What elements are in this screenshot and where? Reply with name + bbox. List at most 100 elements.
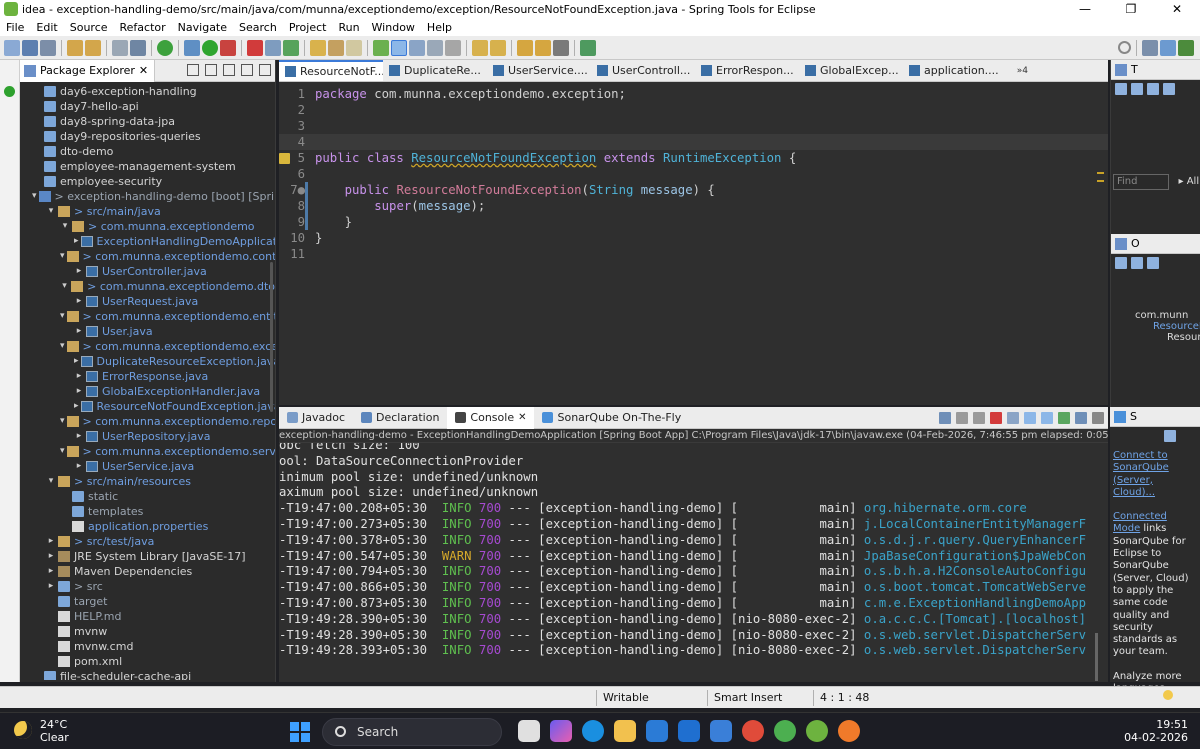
tree-item[interactable]: employee-management-system: [20, 159, 275, 174]
tabs-overflow[interactable]: »4: [1017, 60, 1028, 81]
file-explorer-icon[interactable]: [614, 720, 636, 742]
menu-run[interactable]: Run: [338, 21, 359, 34]
tree-item[interactable]: ▾ > exception-handling-demo [boot] [Sprin…: [20, 189, 275, 204]
teams-icon[interactable]: [710, 720, 732, 742]
back-icon[interactable]: [517, 39, 533, 56]
tree-scrollbar[interactable]: [270, 262, 273, 412]
log-logger[interactable]: o.s.boot.tomcat.TomcatWebServe: [864, 580, 1086, 594]
tree-item[interactable]: ▾ > com.munna.exceptiondemo.exception: [20, 339, 275, 354]
close-icon[interactable]: ✕: [139, 60, 148, 82]
tree-item[interactable]: ▾ > src/main/java: [20, 204, 275, 219]
menu-search[interactable]: Search: [239, 21, 277, 34]
new-task-icon[interactable]: [1115, 83, 1127, 95]
postman-icon[interactable]: [838, 720, 860, 742]
code-line[interactable]: 7● public ResourceNotFoundException(Stri…: [279, 182, 1108, 198]
find-input[interactable]: Find: [1113, 174, 1169, 190]
tree-item[interactable]: day6-exception-handling: [20, 84, 275, 99]
hide-static-icon[interactable]: [1147, 257, 1159, 269]
editor-tab[interactable]: UserControll...: [591, 60, 695, 81]
spring-boot-dashboard-icon[interactable]: [157, 39, 173, 56]
view-menu-icon[interactable]: [223, 64, 235, 76]
log-logger[interactable]: JpaBaseConfiguration$JpaWebCon: [864, 549, 1086, 563]
tree-item[interactable]: ▸ UserRequest.java: [20, 294, 275, 309]
overview-ruler-mark[interactable]: [1097, 180, 1104, 182]
expand-arrow-icon[interactable]: ▸: [46, 534, 56, 549]
tree-item[interactable]: ▸ ResourceNotFoundException.java: [20, 399, 275, 414]
tree-item[interactable]: day8-spring-data-jpa: [20, 114, 275, 129]
skip-breakpoints-icon[interactable]: [112, 39, 128, 56]
tree-item[interactable]: ▸ User.java: [20, 324, 275, 339]
menu-navigate[interactable]: Navigate: [178, 21, 227, 34]
hide-fields-icon[interactable]: [1131, 257, 1143, 269]
tree-item[interactable]: ▾ > com.munna.exceptiondemo.repository: [20, 414, 275, 429]
code-line[interactable]: 6: [279, 166, 1108, 182]
tree-item[interactable]: ▾ > src/main/resources: [20, 474, 275, 489]
undo-icon[interactable]: [67, 39, 83, 56]
outline-tab-label[interactable]: O: [1131, 237, 1140, 250]
next-annotation-icon[interactable]: [472, 39, 488, 56]
status-insert-mode[interactable]: Smart Insert: [707, 690, 812, 706]
filter-icon[interactable]: [1131, 83, 1143, 95]
outline-class[interactable]: ResourceN: [1111, 321, 1200, 332]
terminate-icon[interactable]: [990, 412, 1002, 424]
new-java-class-icon[interactable]: [283, 39, 299, 56]
external-tools-icon[interactable]: [220, 39, 236, 56]
menu-source[interactable]: Source: [70, 21, 108, 34]
expand-arrow-icon[interactable]: ▸: [74, 294, 84, 309]
maximize-button[interactable]: ❐: [1108, 0, 1154, 18]
log-logger[interactable]: o.s.web.servlet.DispatcherServ: [864, 628, 1086, 642]
start-button[interactable]: [290, 722, 310, 742]
expand-arrow-icon[interactable]: ▾: [60, 339, 65, 354]
last-edit-icon[interactable]: [553, 39, 569, 56]
tree-item[interactable]: ▾ > com.munna.exceptiondemo.dto: [20, 279, 275, 294]
tree-item[interactable]: HELP.md: [20, 609, 275, 624]
console-tab[interactable]: SonarQube On-The-Fly: [534, 407, 689, 429]
weather-widget[interactable]: 24°C Clear: [40, 718, 69, 744]
sonar-tab-label[interactable]: S: [1130, 410, 1137, 423]
forward-icon[interactable]: [535, 39, 551, 56]
log-logger[interactable]: o.s.web.servlet.DispatcherServ: [864, 643, 1086, 657]
tree-item[interactable]: ▾ > com.munna.exceptiondemo.service: [20, 444, 275, 459]
chrome-icon[interactable]: [742, 720, 764, 742]
sonar-settings-icon[interactable]: [1164, 430, 1176, 442]
view-menu-icon[interactable]: [1092, 412, 1104, 424]
new-java-package-icon[interactable]: [265, 39, 281, 56]
terminal-icon[interactable]: [130, 39, 146, 56]
tree-item[interactable]: ▸ ErrorResponse.java: [20, 369, 275, 384]
code-line[interactable]: 11: [279, 246, 1108, 262]
expand-arrow-icon[interactable]: ▾: [60, 309, 65, 324]
spring-tools-taskbar-icon[interactable]: [806, 720, 828, 742]
editor-tab[interactable]: UserService....: [487, 60, 591, 81]
outline-package[interactable]: com.munn: [1111, 310, 1200, 321]
expand-arrow-icon[interactable]: ▾: [46, 204, 56, 219]
expand-arrow-icon[interactable]: ▸: [74, 459, 84, 474]
tree-item[interactable]: ▸ UserController.java: [20, 264, 275, 279]
search-icon[interactable]: [1118, 41, 1131, 54]
word-wrap-console-icon[interactable]: [1041, 412, 1053, 424]
edge-icon[interactable]: [582, 720, 604, 742]
lightbulb-icon[interactable]: [1163, 690, 1173, 700]
tree-item[interactable]: ▾ > com.munna.exceptiondemo.entity: [20, 309, 275, 324]
menu-refactor[interactable]: Refactor: [120, 21, 166, 34]
console-tab[interactable]: Declaration: [353, 407, 447, 429]
tab-package-explorer[interactable]: Package Explorer ✕: [20, 59, 156, 82]
collapse-all-icon[interactable]: [187, 64, 199, 76]
task-tab-label[interactable]: T: [1131, 63, 1138, 76]
connect-sonarqube-link[interactable]: Connect to SonarQube (Server, Cloud)...: [1113, 450, 1197, 499]
log-logger[interactable]: o.s.d.j.r.query.QueryEnhancerF: [864, 533, 1086, 547]
expand-arrow-icon[interactable]: ▾: [60, 414, 65, 429]
close-icon[interactable]: ✕: [518, 407, 526, 429]
live-hover-icon[interactable]: [373, 39, 389, 56]
console-tab[interactable]: Javadoc: [279, 407, 353, 429]
expand-arrow-icon[interactable]: ▸: [74, 429, 84, 444]
code-line[interactable]: 1 package com.munna.exceptiondemo.excepti…: [279, 86, 1108, 102]
log-logger[interactable]: j.LocalContainerEntityManagerF: [864, 517, 1086, 531]
code-line[interactable]: 3: [279, 118, 1108, 134]
microsoft-store-icon[interactable]: [646, 720, 668, 742]
tree-item[interactable]: ▾ > com.munna.exceptiondemo: [20, 219, 275, 234]
code-line[interactable]: 10}: [279, 230, 1108, 246]
tree-item[interactable]: employee-security: [20, 174, 275, 189]
expand-arrow-icon[interactable]: ▾: [60, 249, 65, 264]
stop-icon[interactable]: [247, 39, 263, 56]
filter-all-button[interactable]: ▸ All: [1179, 176, 1200, 187]
